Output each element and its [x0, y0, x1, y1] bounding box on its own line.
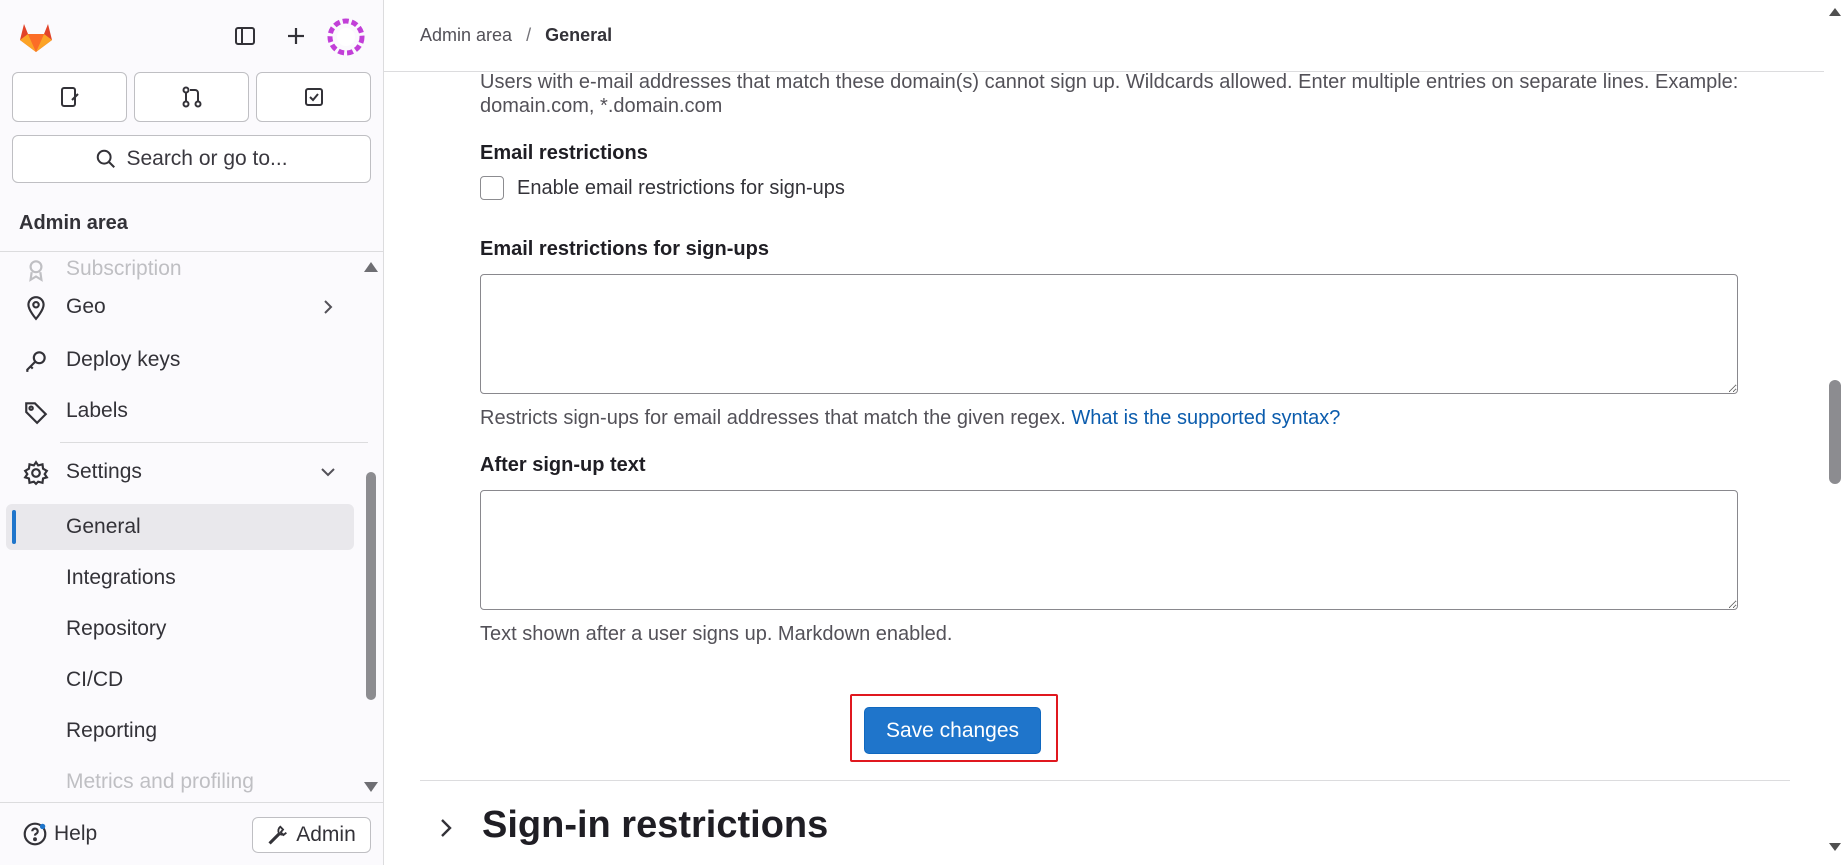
help-icon — [23, 822, 47, 846]
label-icon — [25, 402, 48, 425]
email-restrictions-checkbox-row[interactable]: Enable email restrictions for sign-ups — [480, 176, 845, 200]
email-restrictions-heading: Email restrictions — [480, 142, 648, 164]
supported-syntax-link[interactable]: What is the supported syntax? — [1071, 407, 1340, 429]
chevron-down-icon — [321, 468, 335, 477]
email-restrictions-checkbox[interactable] — [480, 176, 504, 200]
sidebar: Search or go to... Admin area Subscripti… — [0, 0, 384, 865]
sidebar-item-metrics-and-profiling[interactable]: Metrics and profiling — [6, 759, 354, 802]
sidebar-item-settings[interactable]: Settings — [6, 449, 354, 495]
sidebar-item-integrations[interactable]: Integrations — [6, 555, 354, 601]
sidebar-item-general[interactable]: General — [6, 504, 354, 550]
sidebar-topbar — [0, 0, 383, 72]
sidebar-item-label: Integrations — [66, 566, 176, 589]
search-icon — [97, 149, 116, 168]
main-content: Admin area / General Users with e-mail a… — [384, 0, 1845, 865]
sidebar-item-label: Settings — [66, 460, 142, 483]
help-label: Help — [54, 822, 98, 845]
wrench-icon — [268, 825, 288, 845]
create-new-icon[interactable] — [280, 20, 312, 52]
scroll-down-arrow-icon[interactable] — [364, 782, 378, 792]
after-signup-textarea[interactable] — [480, 490, 1738, 610]
scroll-up-arrow-icon[interactable] — [364, 262, 378, 272]
breadcrumb-current: General — [545, 25, 613, 45]
breadcrumb-admin-area[interactable]: Admin area — [420, 25, 512, 46]
sidebar-item-label: Metrics and profiling — [66, 770, 254, 793]
after-signup-label: After sign-up text — [480, 454, 646, 476]
email-restrictions-textarea[interactable] — [480, 274, 1738, 394]
chevron-right-icon — [324, 300, 333, 314]
sidebar-item-repository[interactable]: Repository — [6, 606, 354, 652]
page-scroll-up-icon[interactable] — [1829, 8, 1841, 16]
sidebar-item-label: Reporting — [66, 719, 158, 742]
merge-requests-button[interactable] — [134, 72, 249, 122]
email-restrictions-help: Restricts sign-ups for email addresses t… — [480, 406, 1750, 430]
search-label: Search or go to... — [126, 147, 288, 170]
issues-button[interactable] — [12, 72, 127, 122]
email-restrictions-help-text: Restricts sign-ups for email addresses t… — [480, 407, 1066, 429]
sidebar-item-label: General — [66, 515, 141, 538]
sidebar-item-label: Labels — [66, 399, 128, 422]
todo-icon — [304, 88, 323, 106]
subscription-icon — [29, 260, 43, 282]
expand-section-chevron-icon[interactable] — [434, 816, 458, 840]
sidebar-item-label: Subscription — [66, 257, 182, 280]
sidebar-item-reporting[interactable]: Reporting — [6, 708, 354, 754]
sidebar-scroll-thumb[interactable] — [366, 472, 376, 700]
sidebar-item-deploy-keys[interactable]: Deploy keys — [6, 337, 354, 383]
admin-button[interactable]: Admin — [252, 817, 371, 853]
sidebar-scrollbar[interactable] — [364, 262, 378, 802]
help-button[interactable]: Help — [22, 821, 97, 847]
user-avatar[interactable] — [327, 18, 365, 56]
breadcrumb-separator: / — [526, 25, 532, 45]
after-signup-help: Text shown after a user signs up. Markdo… — [480, 623, 953, 645]
issues-icon — [60, 87, 79, 107]
sidebar-footer: Help Admin — [0, 802, 383, 865]
toggle-sidebar-icon[interactable] — [229, 20, 261, 52]
admin-label: Admin — [296, 823, 356, 846]
quick-actions — [12, 72, 371, 122]
sidebar-item-label: Geo — [66, 295, 106, 318]
sidebar-item-label: CI/CD — [66, 668, 124, 691]
page-scroll-down-icon[interactable] — [1829, 843, 1841, 851]
merge-request-icon — [182, 86, 201, 108]
section-divider — [420, 780, 1790, 781]
nav-divider — [60, 442, 368, 443]
page-scrollbar[interactable] — [1824, 0, 1845, 865]
email-restrictions-checkbox-label: Enable email restrictions for sign-ups — [517, 176, 845, 199]
sign-in-restrictions-title[interactable]: Sign-in restrictions — [482, 804, 828, 847]
sidebar-item-ci-cd[interactable]: CI/CD — [6, 657, 354, 703]
breadcrumb: Admin area / General — [384, 0, 1824, 72]
sidebar-item-geo[interactable]: Geo — [6, 284, 354, 330]
page-scroll-thumb[interactable] — [1829, 380, 1841, 484]
todo-button[interactable] — [256, 72, 371, 122]
sidebar-section-title: Admin area — [0, 196, 383, 252]
sidebar-item-label: Repository — [66, 617, 167, 640]
save-changes-button[interactable]: Save changes — [864, 707, 1041, 754]
email-restrictions-field-label: Email restrictions for sign-ups — [480, 238, 769, 260]
search-button[interactable]: Search or go to... — [12, 135, 371, 183]
key-icon — [26, 351, 46, 372]
domain-denylist-help: Users with e-mail addresses that match t… — [480, 71, 1739, 117]
sidebar-nav: Subscription Geo Deploy keys Labels Sett… — [0, 252, 383, 802]
location-icon — [27, 296, 45, 321]
settings-icon — [23, 460, 49, 486]
gitlab-logo-icon[interactable] — [16, 16, 56, 56]
sidebar-item-labels[interactable]: Labels — [6, 388, 354, 434]
sidebar-item-label: Deploy keys — [66, 348, 181, 371]
